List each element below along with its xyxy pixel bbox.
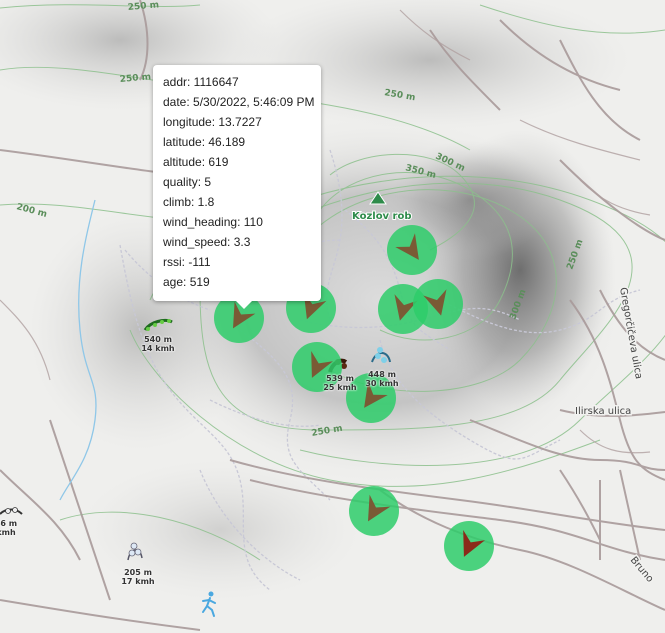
popup-wind-heading: wind_heading: 110 <box>163 215 263 229</box>
street-label: Ilirska ulica <box>575 406 631 417</box>
aircraft-altitude: 448 m <box>368 370 396 379</box>
popup-climb: climb: 1.8 <box>163 195 215 209</box>
aircraft-speed: 30 kmh <box>365 379 399 388</box>
popup-altitude: altitude: 619 <box>163 155 229 169</box>
aircraft-marker[interactable] <box>387 225 437 275</box>
popup-longitude: longitude: 13.7227 <box>163 115 262 129</box>
aircraft-marker[interactable] <box>349 486 399 536</box>
aircraft-marker[interactable] <box>413 279 463 329</box>
aircraft-tag: 448 m 30 kmh <box>362 370 402 388</box>
popup-latitude: latitude: 46.189 <box>163 135 246 149</box>
aircraft-altitude: 540 m <box>144 335 172 344</box>
aircraft-speed: kmh <box>0 528 16 537</box>
aircraft-info-popup: addr: 1116647 date: 5/30/2022, 5:46:09 P… <box>153 65 321 309</box>
aircraft-tag: 540 m 14 kmh <box>138 335 178 353</box>
popup-age: age: 519 <box>163 275 210 289</box>
aircraft-tag: 46 m kmh <box>0 519 20 537</box>
popup-date: date: 5/30/2022, 5:46:09 PM <box>163 95 315 109</box>
aircraft-altitude: 46 m <box>0 519 18 528</box>
aircraft-tag: 539 m 25 kmh <box>320 374 360 392</box>
aircraft-speed: 25 kmh <box>323 383 357 392</box>
popup-wind-speed: wind_speed: 3.3 <box>163 235 251 249</box>
popup-rssi: rssi: -111 <box>163 255 211 269</box>
aircraft-marker[interactable] <box>444 521 494 571</box>
peak-name: Kozlov rob <box>352 211 412 222</box>
popup-addr: addr: 1116647 <box>163 75 239 89</box>
aircraft-altitude: 205 m <box>124 568 152 577</box>
aircraft-speed: 17 kmh <box>121 577 155 586</box>
popup-quality: quality: 5 <box>163 175 212 189</box>
aircraft-speed: 14 kmh <box>141 344 175 353</box>
aircraft-tag: 205 m 17 kmh <box>118 568 158 586</box>
aircraft-altitude: 539 m <box>326 374 354 383</box>
map-canvas[interactable]: 250 m 250 m 250 m 300 m 350 m 200 m 250 … <box>0 0 665 633</box>
